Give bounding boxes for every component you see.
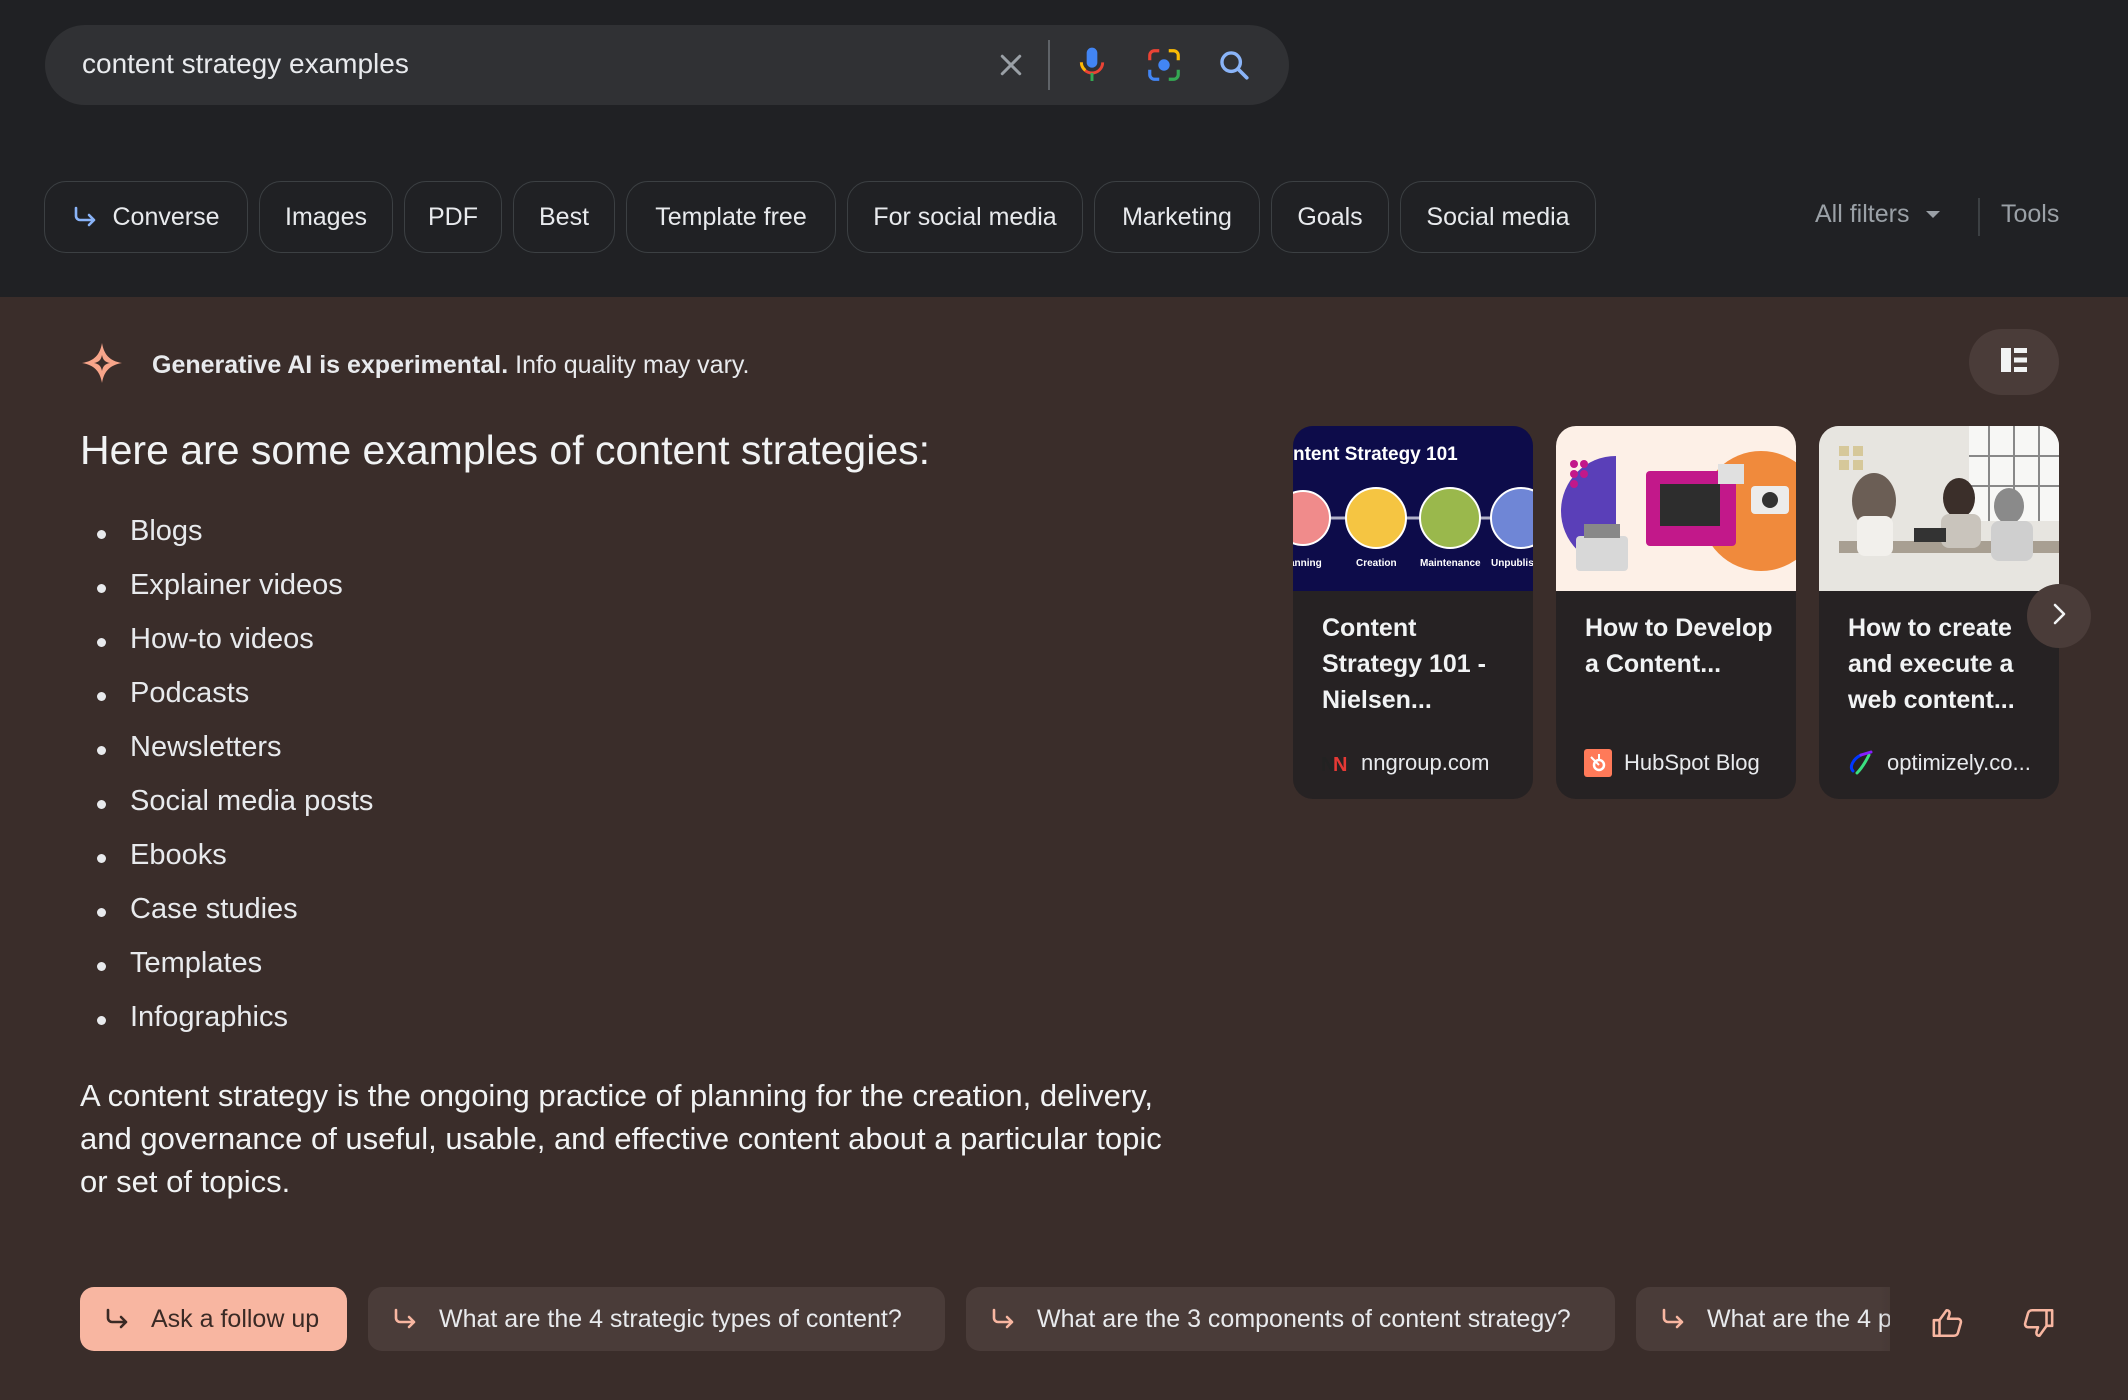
search-divider xyxy=(1048,40,1050,90)
chip-best[interactable]: Best xyxy=(513,181,615,253)
card-source-label: HubSpot Blog xyxy=(1624,750,1760,775)
clear-icon[interactable] xyxy=(989,43,1033,87)
search-header: content strategy examples Converse Image… xyxy=(0,0,2128,297)
thumbnail-label: Creation xyxy=(1356,558,1397,569)
list-item: How-to videos xyxy=(96,623,373,677)
chip-converse[interactable]: Converse xyxy=(44,181,248,253)
list-item: Infographics xyxy=(96,1001,373,1055)
follow-up-arrow-icon xyxy=(73,206,99,228)
thumbs-up-icon[interactable] xyxy=(1926,1301,1970,1345)
tools-button[interactable]: Tools xyxy=(2001,200,2059,229)
ask-follow-up-label: Ask a follow up xyxy=(151,1304,320,1333)
chip-label: Marketing xyxy=(1122,202,1232,231)
card-title: How to create and execute a web content.… xyxy=(1848,614,2015,714)
list-item: Case studies xyxy=(96,893,373,947)
chevron-right-icon xyxy=(2050,602,2068,631)
ai-paragraph: A content strategy is the ongoing practi… xyxy=(80,1078,1162,1199)
ai-notice-rest: Info quality may vary. xyxy=(508,351,750,379)
chip-for-social-media[interactable]: For social media xyxy=(847,181,1083,253)
nngroup-logo-icon: NN xyxy=(1321,749,1349,777)
all-filters-button[interactable]: All filters xyxy=(1815,200,1941,229)
follow-up-arrow-icon xyxy=(991,1308,1017,1330)
list-item: Blogs xyxy=(96,515,373,569)
chip-label: Converse xyxy=(112,202,220,231)
list-item: Ebooks xyxy=(96,839,373,893)
carousel-next-button[interactable] xyxy=(2027,584,2091,648)
follow-up-question[interactable]: What are the 4 strategic types of conten… xyxy=(368,1287,945,1351)
chip-images[interactable]: Images xyxy=(259,181,393,253)
chip-pdf[interactable]: PDF xyxy=(404,181,502,253)
card-source: optimizely.co... xyxy=(1847,749,2031,777)
all-filters-label: All filters xyxy=(1815,200,1910,228)
follow-up-fade xyxy=(1880,1287,1890,1353)
follow-up-question[interactable]: What are the 3 components of content str… xyxy=(966,1287,1615,1351)
follow-up-arrow-icon xyxy=(393,1308,419,1330)
follow-up-question-label: What are the 4 p xyxy=(1707,1304,1890,1333)
layout-icon xyxy=(2000,347,2028,378)
card-source-label: nngroup.com xyxy=(1361,750,1490,775)
card-source: HubSpot Blog xyxy=(1584,749,1760,777)
source-card-nngroup[interactable]: ntent Strategy 101 anning Creation Maint… xyxy=(1293,426,1533,799)
card-thumbnail xyxy=(1819,426,2059,591)
chip-label: PDF xyxy=(428,202,478,231)
chip-label: For social media xyxy=(873,202,1057,231)
ai-notice: Generative AI is experimental. Info qual… xyxy=(80,341,749,390)
chip-social-media[interactable]: Social media xyxy=(1400,181,1596,253)
list-item: Newsletters xyxy=(96,731,373,785)
card-source-label: optimizely.co... xyxy=(1887,750,2031,775)
thumbnail-label: Unpublis xyxy=(1491,558,1533,569)
chip-label: Images xyxy=(285,202,367,231)
search-box[interactable]: content strategy examples xyxy=(45,25,1289,105)
follow-up-question-label: What are the 4 strategic types of conten… xyxy=(439,1304,902,1333)
chip-label: Template free xyxy=(655,202,807,231)
search-input[interactable]: content strategy examples xyxy=(82,48,409,80)
svg-text:N: N xyxy=(1333,754,1347,774)
strategy-list: Blogs Explainer videos How-to videos Pod… xyxy=(96,515,373,1055)
optimizely-logo-icon xyxy=(1847,749,1875,777)
layout-toggle-button[interactable] xyxy=(1969,329,2059,395)
source-card-optimizely[interactable]: How to create and execute a web content.… xyxy=(1819,426,2059,799)
hubspot-logo-icon xyxy=(1584,749,1612,777)
follow-up-row: Ask a follow up What are the 4 strategic… xyxy=(80,1287,1890,1353)
card-title: How to Develop a Content... xyxy=(1585,614,1773,678)
follow-up-question[interactable]: What are the 4 p xyxy=(1636,1287,1890,1351)
list-item: Explainer videos xyxy=(96,569,373,623)
ask-follow-up-button[interactable]: Ask a follow up xyxy=(80,1287,347,1351)
chip-template-free[interactable]: Template free xyxy=(626,181,836,253)
ai-notice-bold: Generative AI is experimental. xyxy=(152,351,509,379)
ai-heading: Here are some examples of content strate… xyxy=(80,427,931,473)
caret-down-icon xyxy=(1925,210,1941,220)
follow-up-arrow-icon xyxy=(1661,1308,1687,1330)
thumbs-down-icon[interactable] xyxy=(2016,1301,2060,1345)
chip-goals[interactable]: Goals xyxy=(1271,181,1389,253)
follow-up-arrow-icon xyxy=(105,1308,131,1330)
follow-up-question-label: What are the 3 components of content str… xyxy=(1037,1304,1571,1333)
camera-lens-icon[interactable] xyxy=(1142,43,1186,87)
thumbnail-heading: ntent Strategy 101 xyxy=(1293,444,1458,465)
sparkle-icon xyxy=(80,341,124,390)
card-thumbnail: ntent Strategy 101 anning Creation Maint… xyxy=(1293,426,1533,591)
list-item: Podcasts xyxy=(96,677,373,731)
list-item: Social media posts xyxy=(96,785,373,839)
card-title: Content Strategy 101 - Nielsen... xyxy=(1322,614,1486,714)
chip-label: Best xyxy=(538,202,590,231)
chip-marketing[interactable]: Marketing xyxy=(1094,181,1260,253)
microphone-icon[interactable] xyxy=(1070,43,1114,87)
card-thumbnail xyxy=(1556,426,1796,591)
ai-notice-text: Generative AI is experimental. Info qual… xyxy=(152,351,749,380)
chip-label: Goals xyxy=(1297,202,1363,231)
list-item: Templates xyxy=(96,947,373,1001)
chip-label: Social media xyxy=(1426,202,1570,231)
source-card-hubspot[interactable]: How to Develop a Content... HubSpot Blog xyxy=(1556,426,1796,799)
search-icon[interactable] xyxy=(1212,43,1256,87)
ai-overview: Generative AI is experimental. Info qual… xyxy=(0,297,2128,1400)
thumbnail-label: anning xyxy=(1293,558,1322,569)
filters-divider xyxy=(1978,198,1980,236)
thumbnail-label: Maintenance xyxy=(1420,558,1481,569)
card-source: NN nngroup.com xyxy=(1321,749,1489,777)
